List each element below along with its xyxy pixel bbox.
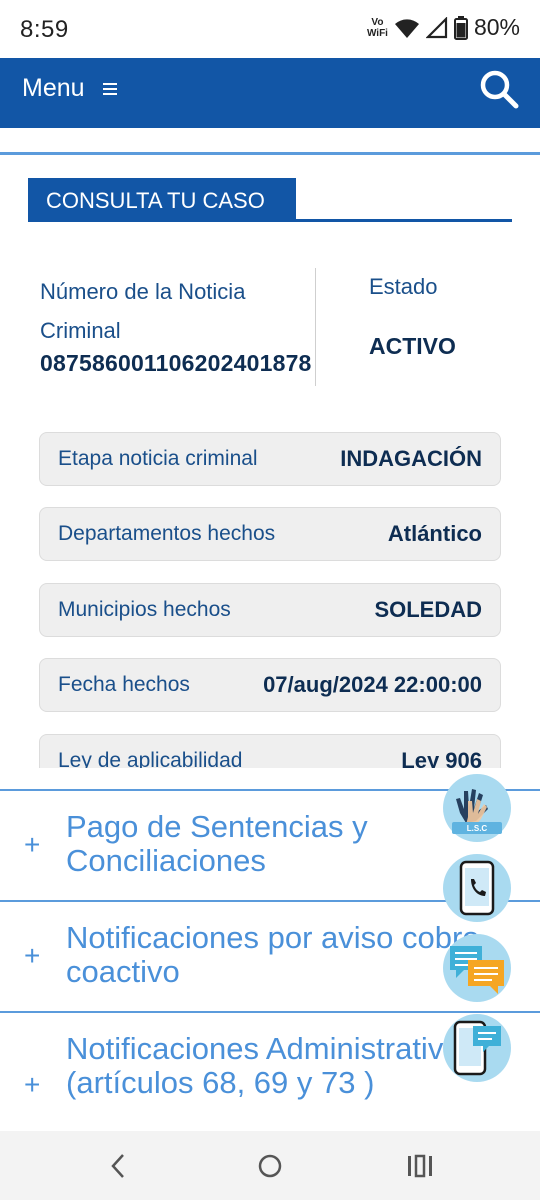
- detail-label: Municipios hechos: [58, 598, 231, 621]
- sign-language-button[interactable]: L.S.C: [443, 774, 511, 842]
- phone-button[interactable]: [443, 854, 511, 922]
- case-details-list[interactable]: Etapa noticia criminal INDAGACIÓN Depart…: [0, 420, 540, 768]
- status-bar: 8:59 Vo WiFi 80%: [0, 0, 540, 58]
- app-header: Menu: [0, 58, 540, 128]
- menu-label: Menu: [22, 74, 85, 102]
- estado-label: Estado: [369, 274, 438, 299]
- vowifi-indicator: Vo WiFi: [366, 16, 388, 39]
- estado-value: ACTIVO: [369, 333, 456, 359]
- menu-button[interactable]: Menu: [22, 74, 117, 103]
- accordion-label: Notificaciones por aviso cobro coactivo: [66, 920, 480, 989]
- accordion-label: Notificaciones Administrativas (artículo…: [66, 1031, 477, 1100]
- detail-value: INDAGACIÓN: [340, 446, 482, 471]
- noticia-label: Número de la Noticia Criminal: [40, 279, 246, 343]
- accordion-label: Pago de Sentencias y Conciliaciones: [66, 809, 368, 878]
- detail-value: Atlántico: [387, 521, 482, 546]
- detail-value: 07/aug/2024 22:00:00: [263, 672, 482, 697]
- status-icons: Vo WiFi 80%: [367, 14, 520, 41]
- vertical-divider: [315, 268, 316, 386]
- battery-icon: [453, 15, 468, 40]
- status-time: 8:59: [20, 16, 69, 43]
- back-icon[interactable]: [99, 1151, 139, 1181]
- expand-icon: +: [24, 940, 41, 971]
- detail-label: Fecha hechos: [58, 673, 190, 696]
- detail-row-departamento: Departamentos hechos Atlántico: [39, 507, 501, 561]
- case-section-title: CONSULTA TU CASO: [28, 178, 296, 222]
- expand-icon: +: [24, 1069, 41, 1100]
- phone-icon: [459, 860, 495, 916]
- detail-row-etapa: Etapa noticia criminal INDAGACIÓN: [39, 432, 501, 486]
- section-divider: [0, 152, 540, 155]
- mobile-chat-button[interactable]: [443, 1014, 511, 1082]
- detail-label: Departamentos hechos: [58, 522, 276, 545]
- detail-label: Ley de aplicabilidad: [58, 749, 243, 768]
- detail-value: Ley 906: [401, 748, 482, 768]
- expand-icon: +: [24, 829, 41, 860]
- recents-icon[interactable]: [400, 1151, 440, 1181]
- detail-row-ley: Ley de aplicabilidad Ley 906: [39, 734, 501, 768]
- detail-row-fecha: Fecha hechos 07/aug/2024 22:00:00: [39, 658, 501, 712]
- battery-percent: 80%: [473, 14, 520, 40]
- mobile-chat-icon: [453, 1020, 501, 1076]
- detail-row-municipio: Municipios hechos SOLEDAD: [39, 583, 501, 637]
- detail-label: Etapa noticia criminal: [58, 447, 258, 470]
- system-nav-bar: [0, 1131, 540, 1200]
- detail-value: SOLEDAD: [374, 597, 482, 622]
- wifi-icon: [394, 18, 419, 38]
- cell-signal-icon: [425, 16, 448, 38]
- chat-icon: [450, 946, 504, 994]
- home-icon[interactable]: [250, 1151, 290, 1181]
- noticia-number: 087586001106202401878: [40, 350, 312, 376]
- hamburger-icon: [102, 82, 117, 95]
- case-title-underline: [28, 219, 512, 222]
- lsc-caption: L.S.C: [467, 824, 488, 833]
- chat-button[interactable]: [443, 934, 511, 1002]
- sign-language-icon: L.S.C: [452, 789, 502, 834]
- search-icon[interactable]: [478, 68, 520, 110]
